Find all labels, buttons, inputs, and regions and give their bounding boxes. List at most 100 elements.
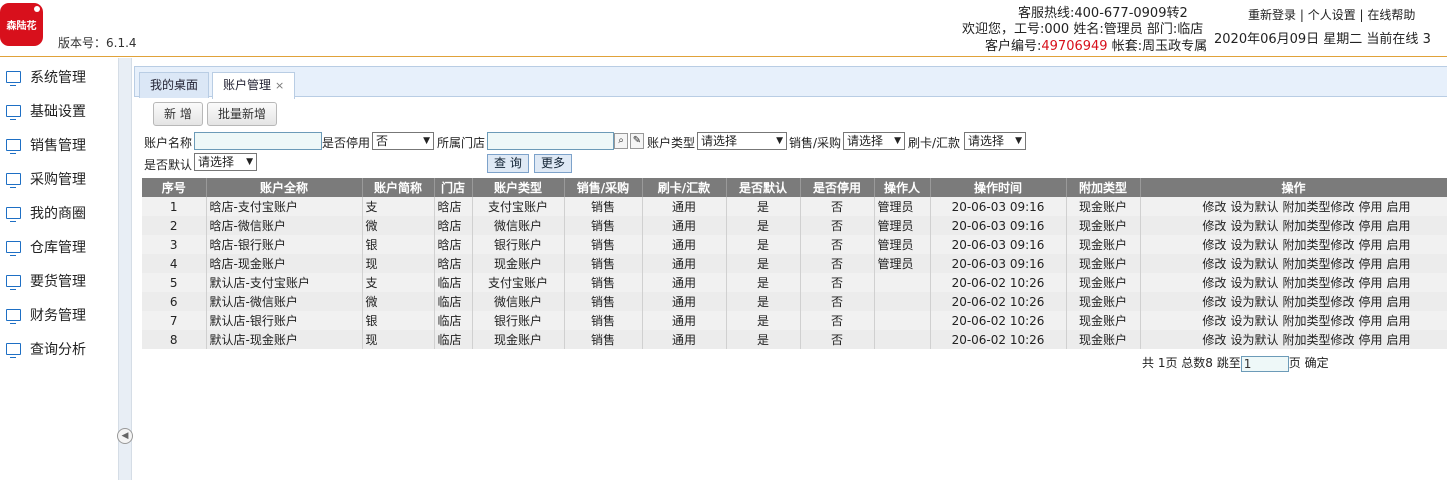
sidebar-item-query-analysis[interactable]: 查询分析 bbox=[6, 338, 86, 360]
row-action-link[interactable]: 修改 bbox=[1202, 314, 1226, 328]
row-action-link[interactable]: 启用 bbox=[1386, 314, 1410, 328]
row-action-link[interactable]: 修改 bbox=[1202, 238, 1226, 252]
sidebar-item-label: 要货管理 bbox=[30, 274, 86, 290]
table-cell: 默认店-现金账户 bbox=[206, 330, 363, 349]
table-cell: 通用 bbox=[642, 254, 727, 273]
query-button[interactable]: 查 询 bbox=[487, 154, 529, 173]
sidebar-item-label: 仓库管理 bbox=[30, 240, 86, 256]
chevron-down-icon: ▼ bbox=[776, 136, 783, 146]
table-cell: 微 bbox=[362, 292, 435, 311]
row-action-link[interactable]: 启用 bbox=[1386, 333, 1410, 347]
tab-my-desktop[interactable]: 我的桌面 bbox=[139, 72, 210, 98]
sidebar-item-sales[interactable]: 销售管理 bbox=[6, 134, 86, 156]
close-icon[interactable]: × bbox=[275, 79, 284, 92]
column-header: 账户全称 bbox=[206, 178, 363, 197]
account-type-select[interactable]: 请选择 ▼ bbox=[697, 132, 787, 150]
row-action-link[interactable]: 设为默认 bbox=[1230, 276, 1278, 290]
monitor-icon bbox=[6, 241, 21, 256]
relogin-link[interactable]: 重新登录 bbox=[1248, 8, 1296, 22]
edit-icon[interactable]: ✎ bbox=[630, 133, 644, 149]
row-action-link[interactable]: 设为默认 bbox=[1230, 257, 1278, 271]
sidebar-item-requisition[interactable]: 要货管理 bbox=[6, 270, 86, 292]
row-action-link[interactable]: 启用 bbox=[1386, 295, 1410, 309]
row-action-link[interactable]: 附加类型修改 bbox=[1282, 314, 1354, 328]
row-action-link[interactable]: 修改 bbox=[1202, 257, 1226, 271]
row-action-link[interactable]: 附加类型修改 bbox=[1282, 257, 1354, 271]
monitor-icon bbox=[6, 309, 21, 324]
table-cell: 管理员 bbox=[874, 216, 931, 235]
table-cell: 管理员 bbox=[874, 235, 931, 254]
row-action-link[interactable]: 停用 bbox=[1358, 314, 1382, 328]
row-action-link[interactable]: 设为默认 bbox=[1230, 295, 1278, 309]
column-header: 是否默认 bbox=[726, 178, 801, 197]
row-action-link[interactable]: 设为默认 bbox=[1230, 200, 1278, 214]
row-action-link[interactable]: 附加类型修改 bbox=[1282, 200, 1354, 214]
row-action-link[interactable]: 停用 bbox=[1358, 238, 1382, 252]
row-action-link[interactable]: 设为默认 bbox=[1230, 333, 1278, 347]
table-cell: 通用 bbox=[642, 273, 727, 292]
sidebar-item-basic-settings[interactable]: 基础设置 bbox=[6, 100, 86, 122]
table-cell: 临店 bbox=[434, 292, 473, 311]
row-action-link[interactable]: 附加类型修改 bbox=[1282, 295, 1354, 309]
select-value: 请选择 bbox=[968, 134, 1005, 148]
table-cell: 是 bbox=[726, 216, 801, 235]
add-button[interactable]: 新 增 bbox=[153, 102, 203, 126]
table-cell: 晗店 bbox=[434, 216, 473, 235]
row-action-link[interactable]: 修改 bbox=[1202, 295, 1226, 309]
row-action-link[interactable]: 附加类型修改 bbox=[1282, 238, 1354, 252]
app-header: 森陆花 版本号：6.1.4 客服热线:400-677-0909转2 欢迎您，工号… bbox=[0, 0, 1447, 57]
row-action-link[interactable]: 设为默认 bbox=[1230, 219, 1278, 233]
row-action-link[interactable]: 修改 bbox=[1202, 200, 1226, 214]
disabled-select[interactable]: 否 ▼ bbox=[372, 132, 434, 150]
tab-account-management[interactable]: 账户管理 × bbox=[212, 72, 296, 99]
table-cell: 银 bbox=[362, 311, 435, 330]
table-cell: 否 bbox=[800, 311, 875, 330]
row-action-link[interactable]: 设为默认 bbox=[1230, 238, 1278, 252]
row-action-link[interactable]: 停用 bbox=[1358, 200, 1382, 214]
row-action-link[interactable]: 停用 bbox=[1358, 295, 1382, 309]
column-header: 操作时间 bbox=[930, 178, 1067, 197]
row-action-link[interactable]: 停用 bbox=[1358, 276, 1382, 290]
row-action-link[interactable]: 停用 bbox=[1358, 257, 1382, 271]
more-button[interactable]: 更多 bbox=[534, 154, 573, 173]
online-help-link[interactable]: 在线帮助 bbox=[1367, 8, 1415, 22]
card-remit-select[interactable]: 请选择 ▼ bbox=[964, 132, 1026, 150]
table-cell: 晗店-微信账户 bbox=[206, 216, 363, 235]
page-number-input[interactable]: 1 bbox=[1240, 355, 1289, 372]
row-action-link[interactable]: 启用 bbox=[1386, 276, 1410, 290]
row-action-link[interactable]: 启用 bbox=[1386, 200, 1410, 214]
sidebar-item-system[interactable]: 系统管理 bbox=[6, 66, 86, 88]
row-action-link[interactable]: 修改 bbox=[1202, 333, 1226, 347]
store-input[interactable] bbox=[487, 132, 614, 150]
link-separator: | bbox=[1355, 8, 1368, 22]
batch-add-button[interactable]: 批量新增 bbox=[207, 102, 278, 126]
row-action-link[interactable]: 修改 bbox=[1202, 276, 1226, 290]
sidebar-item-label: 我的商圈 bbox=[30, 206, 86, 222]
row-action-link[interactable]: 停用 bbox=[1358, 333, 1382, 347]
collapse-sidebar-icon[interactable]: ◀ bbox=[117, 428, 133, 444]
sidebar-item-finance[interactable]: 财务管理 bbox=[6, 304, 86, 326]
personal-settings-link[interactable]: 个人设置 bbox=[1308, 8, 1356, 22]
sidebar-item-label: 基础设置 bbox=[30, 104, 86, 120]
row-action-link[interactable]: 设为默认 bbox=[1230, 314, 1278, 328]
row-action-link[interactable]: 修改 bbox=[1202, 219, 1226, 233]
sidebar-splitter[interactable] bbox=[118, 58, 132, 480]
sidebar-item-purchase[interactable]: 采购管理 bbox=[6, 168, 86, 190]
sidebar-item-business-circle[interactable]: 我的商圈 bbox=[6, 202, 86, 224]
sidebar-item-warehouse[interactable]: 仓库管理 bbox=[6, 236, 86, 258]
table-cell: 现金账户 bbox=[472, 254, 565, 273]
row-action-link[interactable]: 启用 bbox=[1386, 238, 1410, 252]
row-action-link[interactable]: 启用 bbox=[1386, 219, 1410, 233]
row-action-link[interactable]: 启用 bbox=[1386, 257, 1410, 271]
row-action-link[interactable]: 附加类型修改 bbox=[1282, 333, 1354, 347]
confirm-page-button[interactable]: 确定 bbox=[1305, 356, 1329, 370]
table-cell: 20-06-03 09:16 bbox=[930, 216, 1067, 235]
row-action-link[interactable]: 停用 bbox=[1358, 219, 1382, 233]
search-icon[interactable]: ⌕ bbox=[614, 133, 628, 149]
row-action-link[interactable]: 附加类型修改 bbox=[1282, 276, 1354, 290]
account-name-input[interactable] bbox=[194, 132, 322, 150]
row-action-link[interactable]: 附加类型修改 bbox=[1282, 219, 1354, 233]
sale-purchase-select[interactable]: 请选择 ▼ bbox=[843, 132, 905, 150]
default-select[interactable]: 请选择 ▼ bbox=[194, 153, 257, 171]
table-cell: 支付宝账户 bbox=[472, 197, 565, 216]
